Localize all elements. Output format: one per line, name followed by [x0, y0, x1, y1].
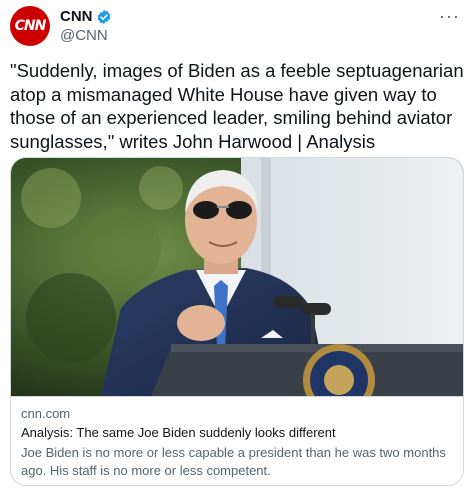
more-options-icon[interactable]: ···: [439, 6, 460, 27]
user-handle[interactable]: @CNN: [60, 27, 108, 44]
link-card[interactable]: cnn.com Analysis: The same Joe Biden sud…: [10, 157, 464, 486]
article-photo: [11, 158, 463, 396]
display-name[interactable]: CNN: [60, 8, 93, 25]
tweet-text: "Suddenly, images of Biden as a feeble s…: [10, 60, 464, 152]
card-title[interactable]: Analysis: The same Joe Biden suddenly lo…: [21, 425, 336, 440]
author-name-row: CNN: [60, 8, 112, 25]
verified-badge-icon: [96, 9, 112, 25]
card-domain: cnn.com: [21, 406, 71, 421]
avatar-logo-text: CNN: [14, 18, 47, 34]
tweet[interactable]: CNN CNN @CNN ··· "Suddenly, images of Bi…: [0, 0, 474, 492]
card-meta[interactable]: cnn.com Analysis: The same Joe Biden sud…: [11, 396, 463, 485]
avatar[interactable]: CNN: [10, 6, 50, 46]
card-description: Joe Biden is no more or less capable a p…: [21, 445, 446, 478]
